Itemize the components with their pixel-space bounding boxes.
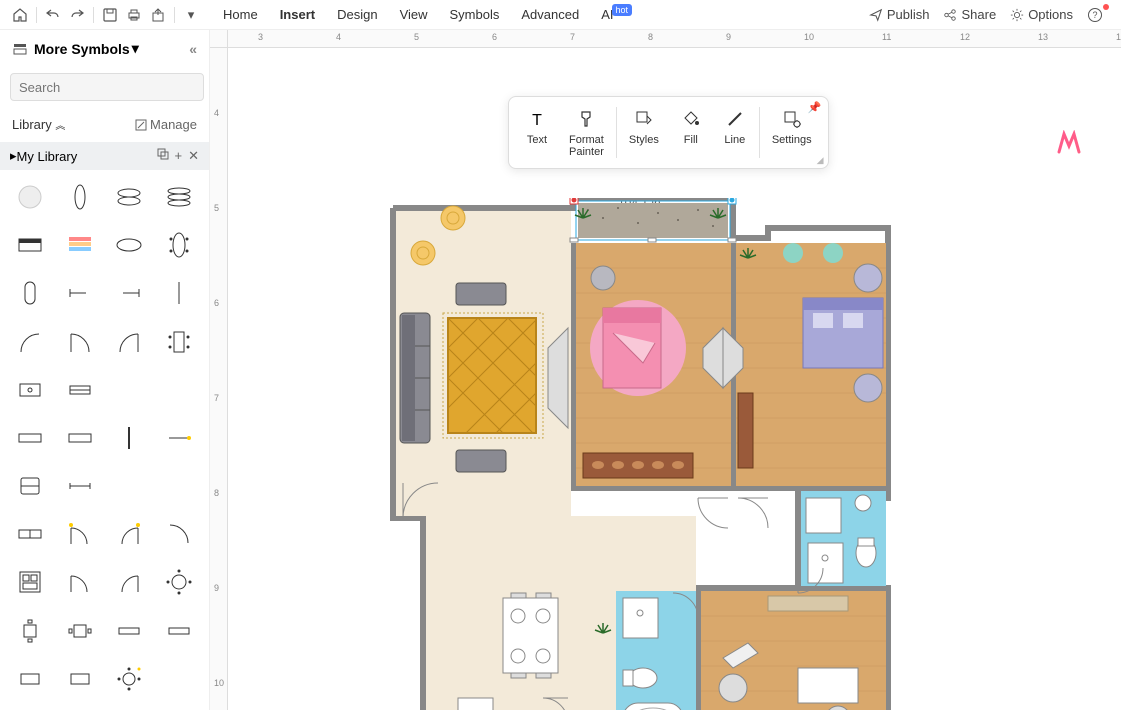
shape-line-h-handle[interactable] [157, 419, 201, 457]
floating-toolbar: 📌 T Text Format Painter Styles Fill Line [508, 96, 829, 169]
shape-line-v2[interactable] [108, 419, 152, 457]
tab-home[interactable]: Home [223, 7, 258, 22]
float-text-button[interactable]: T Text [515, 103, 559, 162]
shape-pillow-stack[interactable] [157, 178, 201, 216]
publish-button[interactable]: Publish [869, 7, 930, 22]
top-right-actions: Publish Share Options ? [869, 7, 1113, 23]
home-icon[interactable] [8, 3, 32, 27]
search-input[interactable] [10, 73, 204, 101]
floorplan[interactable] [388, 198, 898, 710]
float-format-painter-button[interactable]: Format Painter [559, 103, 614, 162]
undo-icon[interactable] [41, 3, 65, 27]
shape-door-sw-l2[interactable] [58, 563, 102, 601]
float-fill-button[interactable]: Fill [669, 103, 713, 162]
resize-handle-icon[interactable]: ◢ [817, 155, 824, 166]
library-label[interactable]: Library ︽ [12, 117, 65, 132]
shape-blank[interactable] [108, 371, 152, 409]
shape-table-sq[interactable] [8, 612, 52, 650]
shape-rect-thin2[interactable] [157, 612, 201, 650]
shape-table-rect[interactable] [157, 323, 201, 361]
options-button[interactable]: Options [1010, 7, 1073, 22]
shape-kitchen-block[interactable] [8, 563, 52, 601]
shape-pill[interactable] [8, 274, 52, 312]
shape-oval-flat[interactable] [108, 226, 152, 264]
tab-insert[interactable]: Insert [280, 7, 315, 22]
redo-icon[interactable] [65, 3, 89, 27]
ruler-vertical: 45678910 [210, 48, 228, 710]
ruler-corner [210, 30, 228, 48]
shape-blank[interactable] [157, 660, 201, 698]
print-icon[interactable] [122, 3, 146, 27]
shape-rect2[interactable] [58, 660, 102, 698]
logo-watermark [1057, 130, 1081, 154]
shape-door-sw-l[interactable] [58, 515, 102, 553]
shape-table-round2[interactable] [108, 660, 152, 698]
shape-sink[interactable] [8, 371, 52, 409]
collapse-panel-icon[interactable]: « [189, 41, 197, 57]
shape-table-round[interactable] [157, 563, 201, 601]
shape-arc-l[interactable] [8, 323, 52, 361]
help-icon[interactable]: ? [1087, 7, 1113, 23]
shape-table-oval[interactable] [157, 226, 201, 264]
hot-badge: hot [612, 4, 633, 16]
more-icon[interactable]: ▾ [179, 3, 203, 27]
shape-bed-single[interactable] [8, 226, 52, 264]
save-icon[interactable] [98, 3, 122, 27]
pin-icon[interactable]: 📌 [808, 101, 822, 114]
shape-arc-corner[interactable] [157, 515, 201, 553]
top-toolbar: ▾ Home Insert Design View Symbols Advanc… [0, 0, 1121, 30]
shape-door-sw-r2[interactable] [108, 563, 152, 601]
float-styles-button[interactable]: Styles [619, 103, 669, 162]
shape-pillow-oval[interactable] [108, 178, 152, 216]
lib-add-icon[interactable]: + [175, 148, 183, 164]
svg-text:?: ? [1092, 10, 1097, 20]
shape-blank[interactable] [157, 371, 201, 409]
shape-window[interactable] [58, 371, 102, 409]
shape-door-r[interactable] [108, 323, 152, 361]
panel-title: More Symbols [34, 41, 130, 57]
shape-line-vert[interactable] [157, 274, 201, 312]
float-line-button[interactable]: Line [713, 103, 757, 162]
tab-view[interactable]: View [400, 7, 428, 22]
lib-close-icon[interactable]: ✕ [188, 148, 199, 164]
shape-rainbow[interactable] [58, 226, 102, 264]
shape-bench-r[interactable] [58, 419, 102, 457]
section-my-library[interactable]: ▸ My Library + ✕ [0, 142, 209, 170]
tab-advanced[interactable]: Advanced [521, 7, 579, 22]
shape-circle[interactable] [8, 178, 52, 216]
export-icon[interactable] [146, 3, 170, 27]
shape-table-sq2[interactable] [58, 612, 102, 650]
shape-blank[interactable] [157, 467, 201, 505]
canvas[interactable]: 📌 T Text Format Painter Styles Fill Line [228, 48, 1121, 710]
shape-bench-l[interactable] [8, 419, 52, 457]
shape-pillow-tall[interactable] [58, 178, 102, 216]
shape-line-stub-l[interactable] [58, 274, 102, 312]
shape-door-sw-r[interactable] [108, 515, 152, 553]
shape-door-l[interactable] [58, 323, 102, 361]
lib-duplicate-icon[interactable] [157, 148, 169, 164]
shape-ruler-seg[interactable] [58, 467, 102, 505]
ruler-horizontal: 34567891011121314 [228, 30, 1121, 48]
tab-ai[interactable]: AIhot [601, 7, 634, 22]
menu-tabs: Home Insert Design View Symbols Advanced… [223, 7, 634, 22]
shape-grid [0, 170, 209, 710]
tab-design[interactable]: Design [337, 7, 377, 22]
tab-symbols[interactable]: Symbols [450, 7, 500, 22]
left-panel: More Symbols ▾ « Search Library ︽ Manage… [0, 30, 210, 710]
manage-button[interactable]: Manage [135, 117, 197, 132]
shape-rect[interactable] [8, 660, 52, 698]
shape-blank[interactable] [108, 467, 152, 505]
shape-panel[interactable] [8, 515, 52, 553]
shape-line-stub-r[interactable] [108, 274, 152, 312]
canvas-area: 34567891011121314 45678910 📌 T Text Form… [210, 30, 1121, 710]
shape-rect-thin[interactable] [108, 612, 152, 650]
panel-header: More Symbols ▾ « [0, 30, 209, 67]
share-button[interactable]: Share [943, 7, 996, 22]
shape-sofa[interactable] [8, 467, 52, 505]
svg-text:T: T [532, 112, 542, 129]
